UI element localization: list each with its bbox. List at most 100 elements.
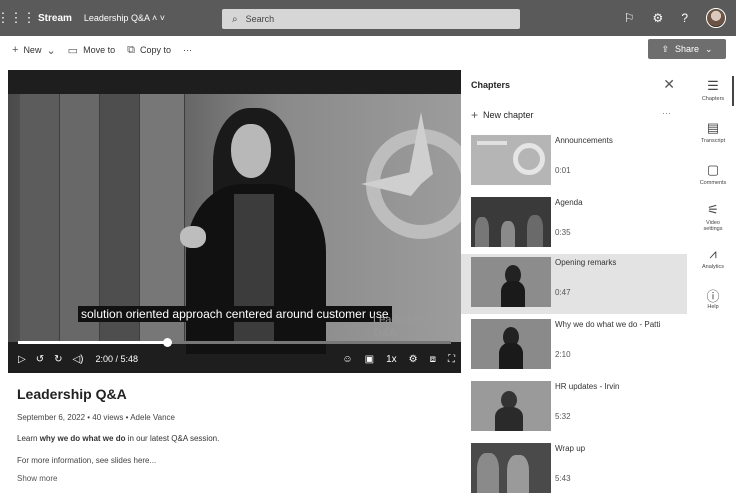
rewind-icon[interactable]: ↺ [36,354,44,365]
chapters-heading: Chapters [471,80,511,90]
rail-label: Transcript [700,138,726,144]
chapter-item[interactable]: HR updates - Irvin 5:32 [461,378,687,438]
play-icon[interactable]: ▷ [18,354,26,365]
rail-label: Analytics [701,264,724,270]
fullscreen-icon[interactable]: ⛶ [448,354,455,365]
progress-fill [18,341,168,344]
chapter-thumbnail [471,257,551,307]
rail-comments-button[interactable]: ▢ Comments [690,162,736,186]
show-more-link[interactable]: Show more [17,474,57,483]
video-settings-icon: ⚟ [707,202,719,217]
video-player[interactable]: solution oriented approach centered arou… [8,70,461,373]
new-chapter-button[interactable]: + New chapter [471,108,534,122]
chapter-item[interactable]: Agenda 0:35 [461,194,687,254]
copy-icon: ⧉ [127,43,135,56]
rail-label: Chapters [701,96,725,102]
move-to-label: Move to [83,45,116,55]
chapter-title: Wrap up [555,444,586,453]
rail-label: Video settings [703,220,723,232]
time-readout: 2:00 / 5:48 [95,354,139,364]
chapter-time: 2:10 [555,350,571,359]
search-box[interactable]: ⌕ Search [222,9,520,29]
people-icon[interactable]: ☺ [342,354,352,365]
new-button[interactable]: + New ⌄ [12,44,56,57]
chapters-panel: Chapters ✕ + New chapter ··· Announcemen… [461,70,687,493]
command-bar: + New ⌄ ▭ Move to ⧉ Copy to ··· ⇪ Share … [0,38,736,62]
captions-icon[interactable]: ▣ [365,354,374,365]
rail-chapters-button[interactable]: ☰ Chapters [690,78,736,102]
video-description: Learn why we do what we do in our latest… [17,434,219,443]
chapter-time: 0:47 [555,288,571,297]
settings-icon[interactable]: ⚙ [653,11,664,25]
chapter-thumbnail [471,135,551,185]
chapter-thumbnail [471,381,551,431]
more-info-link[interactable]: For more information, see slides here... [17,456,156,465]
rail-label: Help [707,304,719,310]
forward-icon[interactable]: ↻ [54,354,62,365]
plus-icon: + [471,108,479,122]
video-meta: September 6, 2022 • 40 views • Adele Van… [17,413,175,422]
progress-bar[interactable] [18,338,451,347]
caption-text: solution oriented approach centered arou… [78,306,392,322]
rail-analytics-button[interactable]: ⩘ Analytics [690,246,736,270]
video-watermark: Leadership Q&A [373,314,427,340]
desc-bold: why we do what we do [39,434,126,443]
more-commands-button[interactable]: ··· [183,45,192,55]
volume-icon[interactable]: ◁) [72,354,83,365]
breadcrumb-label: Leadership Q&A [83,13,150,23]
chapters-more-button[interactable]: ··· [662,108,671,118]
settings-icon[interactable]: ⚙ [409,354,418,365]
help-icon[interactable]: ? [681,11,688,25]
watermark-line-2: Q&A [373,327,397,339]
picture-in-picture-icon[interactable]: ⧈ [430,354,436,365]
breadcrumb[interactable]: Leadership Q&A ˄ ˅ [84,13,165,23]
chapter-item-selected[interactable]: Opening remarks 0:47 [461,254,687,314]
feedback-icon[interactable]: ⚐ [624,11,635,25]
chapter-time: 0:35 [555,228,571,237]
copy-to-button[interactable]: ⧉ Copy to [127,44,171,57]
chapter-thumbnail [471,197,551,247]
analytics-icon: ⩘ [709,246,717,261]
chapter-item[interactable]: Why we do what we do - Patti 2:10 [461,316,687,376]
chapters-icon: ☰ [707,78,719,93]
desc-prefix: Learn [17,434,40,443]
top-icons: ⚐ ⚙ ? [624,0,726,36]
chapter-title: Agenda [555,198,583,207]
app-launcher-icon[interactable]: ⋮⋮⋮ [0,0,36,36]
chapter-item[interactable]: Announcements 0:01 [461,132,687,192]
chapter-title: Why we do what we do - Patti [555,320,661,329]
copy-to-label: Copy to [139,45,171,55]
chapter-title: HR updates - Irvin [555,382,620,391]
playback-speed[interactable]: 1x [386,354,397,365]
comments-icon: ▢ [706,162,720,177]
chevron-down-icon: ⌄ [705,43,713,54]
top-bar: ⋮⋮⋮ Stream Leadership Q&A ˄ ˅ ⌕ Search ⚐… [0,0,736,36]
chapter-thumbnail [471,443,551,493]
move-icon: ▭ [67,44,79,57]
video-title: Leadership Q&A [17,386,127,402]
chevron-down-icon: ⌄ [46,44,56,57]
app-name[interactable]: Stream [38,13,72,24]
desc-suffix: in our latest Q&A session. [125,434,220,443]
chapter-title: Announcements [555,136,613,145]
new-label: New [23,45,42,55]
progress-handle[interactable] [163,338,173,347]
chapter-item[interactable]: Wrap up 5:43 [461,440,687,500]
chapter-title: Opening remarks [555,258,617,267]
new-chapter-label: New chapter [483,110,534,120]
move-to-button[interactable]: ▭ Move to [68,44,115,57]
chapter-time: 0:01 [555,166,571,175]
rail-help-button[interactable]: ⓘ Help [690,286,736,310]
compass-logo-icon [361,112,461,239]
chapter-time: 5:43 [555,474,571,483]
rail-transcript-button[interactable]: ▤ Transcript [690,120,736,144]
video-frame [8,94,461,354]
chapter-thumbnail [471,319,551,369]
plus-icon: + [12,44,19,56]
share-button[interactable]: ⇪ Share ⌄ [648,39,726,59]
rail-video-settings-button[interactable]: ⚟ Video settings [690,202,736,232]
help-icon: ⓘ [706,289,720,304]
transcript-icon: ▤ [706,120,720,135]
close-icon[interactable]: ✕ [663,76,675,93]
avatar[interactable] [706,8,726,28]
